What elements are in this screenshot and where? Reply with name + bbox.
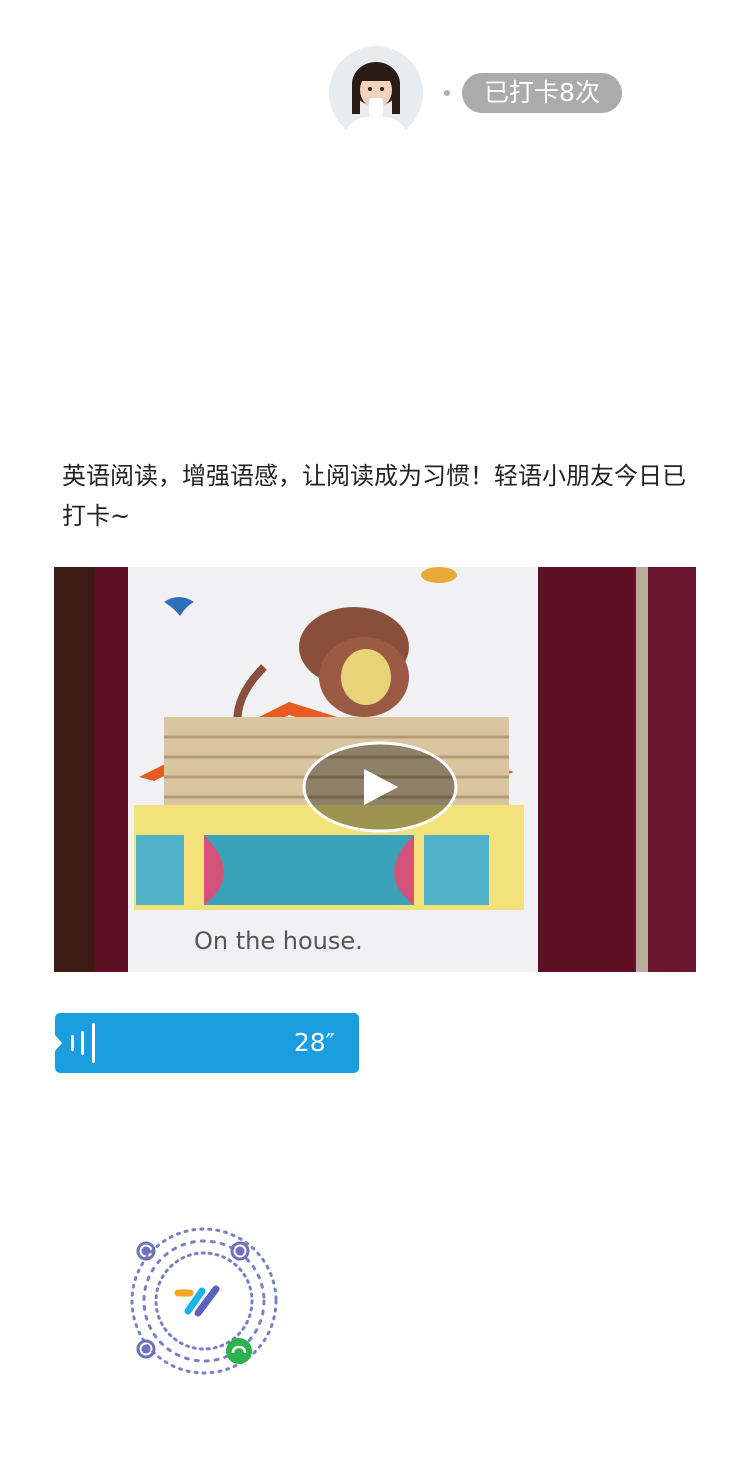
voice-duration: 28″ <box>293 1028 335 1057</box>
thumbnail-text: On the house. <box>194 927 363 955</box>
voice-waveform-icon <box>55 1023 95 1063</box>
video-player[interactable]: On the house. <box>54 567 696 972</box>
voice-message-bubble[interactable]: 28″ <box>55 1013 359 1073</box>
post-caption: 英语阅读，增强语感，让阅读成为习惯！轻语小朋友今日已打卡~ <box>62 462 686 530</box>
checkin-count-badge: 已打卡8次 <box>462 73 622 113</box>
avatar[interactable] <box>329 46 423 140</box>
play-icon[interactable] <box>302 741 458 833</box>
mini-program-qr-code <box>106 1203 302 1399</box>
mini-program-qr-code-icon <box>130 1227 278 1375</box>
separator-dot <box>444 90 450 96</box>
child-avatar-icon <box>329 46 423 140</box>
